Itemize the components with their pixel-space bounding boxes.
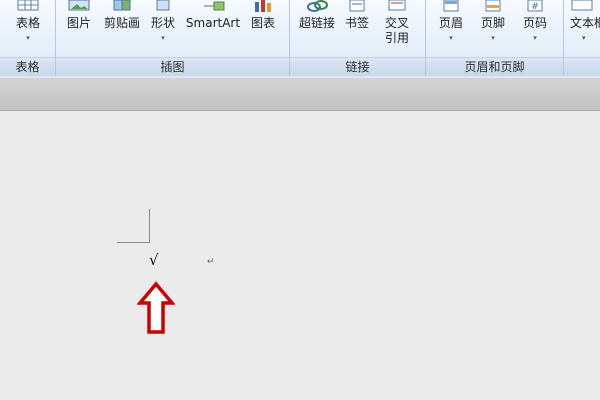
hyperlink-icon [307,0,328,12]
ribbon-toolbar: 表格 ▾ 表格 图片 剪贴画 形状 ▾ SmartArt 图表 插图 超链接 书… [0,0,600,79]
chevron-down-icon: ▾ [491,34,495,42]
group-label-tables: 表格 [0,57,55,76]
hyperlink-button-label: 超链接 [298,16,335,30]
textbox-button-label: 文本框 [570,16,600,30]
shapes-button-label: 形状 [150,16,175,30]
document-page[interactable]: √ ↵ [0,111,600,400]
hyperlink-button[interactable]: 超链接 [294,0,340,31]
smartart-button-label: SmartArt [185,16,241,30]
picture-icon [68,0,90,11]
smartart-icon [204,1,225,11]
chart-icon [255,0,271,12]
footer-button-label: 页脚 [480,16,505,30]
ribbon-group-text: 文本框 ▾ [564,0,600,76]
page-number-button[interactable]: # 页码 ▾ [518,0,552,42]
bookmark-button[interactable]: 书签 [342,0,372,31]
page-number-button-label: 页码 [522,16,547,30]
clipart-icon [113,0,131,11]
shapes-icon [156,0,170,11]
picture-button[interactable]: 图片 [62,0,96,31]
smartart-button[interactable]: SmartArt [184,0,242,31]
table-button-label: 表格 [15,16,40,30]
checkmark-symbol: √ [149,251,159,269]
ribbon-group-tables: 表格 ▾ 表格 [0,0,56,76]
chart-button[interactable]: 图表 [246,0,280,31]
header-icon [443,0,459,12]
group-label-links: 链接 [290,57,425,76]
shapes-button[interactable]: 形状 ▾ [148,0,178,42]
cross-reference-label-2: 引用 [384,31,409,45]
clipart-button-label: 剪贴画 [103,16,140,30]
header-button[interactable]: 页眉 ▾ [434,0,468,42]
textbox-icon [571,0,593,11]
table-button[interactable]: 表格 ▾ [8,0,48,42]
cross-reference-button[interactable]: 交叉 引用 [380,0,414,46]
textbox-button[interactable]: 文本框 ▾ [570,0,600,42]
ribbon-group-header-footer: 页眉 ▾ 页脚 ▾ # 页码 ▾ 页眉和页脚 [426,0,564,76]
margin-corner-mark [149,209,150,243]
table-icon [17,0,39,11]
group-label-illustrations: 插图 [56,57,289,76]
red-up-arrow-icon [137,281,175,334]
chart-button-label: 图表 [250,16,275,30]
ruler-bar [0,78,600,111]
page-number-icon: # [527,0,543,12]
cross-reference-label-1: 交叉 [384,16,409,30]
svg-text:#: # [531,2,539,12]
margin-corner-mark-horizontal [117,242,150,243]
chevron-down-icon: ▾ [26,34,30,42]
bookmark-icon [349,0,365,12]
picture-button-label: 图片 [66,16,91,30]
chevron-down-icon: ▾ [161,34,165,42]
footer-icon [485,0,501,12]
bookmark-button-label: 书签 [344,16,369,30]
clipart-button[interactable]: 剪贴画 [100,0,144,31]
chevron-down-icon: ▾ [533,34,537,42]
header-button-label: 页眉 [438,16,463,30]
ribbon-group-illustrations: 图片 剪贴画 形状 ▾ SmartArt 图表 插图 [56,0,290,76]
ribbon-group-links: 超链接 书签 交叉 引用 链接 [290,0,426,76]
group-label-header-footer: 页眉和页脚 [426,57,563,76]
chevron-down-icon: ▾ [449,34,453,42]
chevron-down-icon: ▾ [582,34,586,42]
footer-button[interactable]: 页脚 ▾ [476,0,510,42]
group-label-text [564,57,600,76]
paragraph-mark: ↵ [207,257,215,267]
cross-reference-icon [388,0,406,11]
